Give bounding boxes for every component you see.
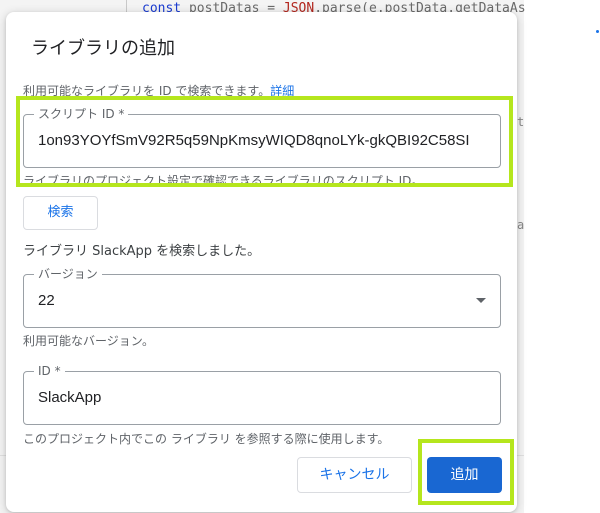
- script-id-value-wrap: [38, 132, 486, 149]
- script-id-label: スクリプト ID *: [34, 107, 129, 121]
- dialog-info-text: 利用可能なライブラリを ID で検索できます。詳細: [23, 82, 294, 99]
- search-status: ライブラリ SlackApp を検索しました。: [23, 244, 261, 259]
- search-button[interactable]: 検索: [23, 196, 98, 230]
- dialog-title: ライブラリの追加: [31, 38, 175, 59]
- identifier-input[interactable]: [38, 389, 486, 406]
- identifier-helper: このプロジェクト内でこの ライブラリ を参照する際に使用します。: [23, 432, 390, 446]
- identifier-value-wrap: [38, 389, 486, 406]
- cancel-button[interactable]: キャンセル: [297, 457, 412, 493]
- version-value: 22: [38, 292, 55, 309]
- add-button[interactable]: 追加: [427, 457, 502, 493]
- version-helper: 利用可能なバージョン。: [23, 334, 155, 348]
- version-select[interactable]: バージョン 22: [23, 267, 501, 328]
- identifier-field[interactable]: ID *: [23, 364, 501, 425]
- add-library-dialog: ライブラリの追加 利用可能なライブラリを ID で検索できます。詳細 スクリプト…: [6, 12, 517, 512]
- script-id-helper: ライブラリのプロジェクト設定で確認できるライブラリのスクリプト ID。: [23, 174, 424, 188]
- script-id-input[interactable]: [38, 132, 486, 149]
- version-label: バージョン: [34, 267, 102, 281]
- chevron-down-icon: [476, 298, 486, 303]
- script-id-field[interactable]: スクリプト ID *: [23, 107, 501, 168]
- background-code-fragment: t: [517, 115, 525, 129]
- learn-more-link[interactable]: 詳細: [270, 84, 294, 98]
- info-text: 利用可能なライブラリを ID で検索できます。: [23, 84, 271, 98]
- background-code-fragment-2: a: [517, 218, 525, 232]
- background-dot: [596, 30, 599, 33]
- identifier-label: ID *: [34, 364, 65, 378]
